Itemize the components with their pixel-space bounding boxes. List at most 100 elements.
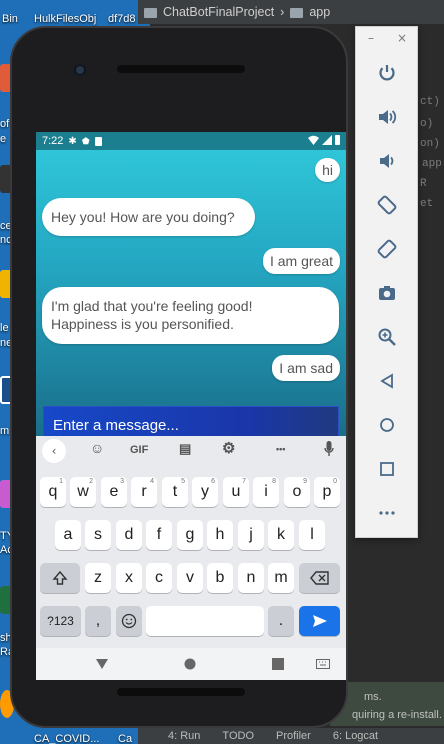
ide-code-text: app: [422, 158, 442, 170]
status-indicators: [308, 135, 340, 145]
key-g[interactable]: g: [177, 520, 203, 550]
sticker-icon[interactable]: ☺: [90, 440, 104, 456]
power-icon[interactable]: [375, 61, 399, 85]
top-speaker: [117, 65, 245, 73]
zoom-icon[interactable]: [375, 325, 399, 349]
comma-key[interactable]: ,: [85, 606, 111, 636]
rotate-left-icon[interactable]: [375, 193, 399, 217]
folder-icon: [144, 8, 157, 18]
key-o[interactable]: o9: [284, 477, 310, 507]
phone-screen: 7:22 ✱ ⬟ hi Hey you! How are you doing? …: [36, 132, 346, 680]
space-key[interactable]: [146, 606, 264, 636]
key-b[interactable]: b: [207, 563, 233, 593]
nav-home-icon[interactable]: [184, 658, 196, 670]
rotate-right-icon[interactable]: [375, 237, 399, 261]
todo-tab[interactable]: TODO: [222, 730, 254, 742]
emoji-icon: [121, 613, 137, 629]
logcat-tab[interactable]: 6: Logcat: [333, 730, 378, 742]
user-message: I am great: [262, 248, 340, 274]
settings-status-icon: ✱: [68, 135, 77, 147]
run-tab[interactable]: 4: Run: [168, 730, 200, 742]
key-v[interactable]: v: [177, 563, 203, 593]
desktop-label[interactable]: HulkFilesObj: [34, 13, 96, 25]
key-e[interactable]: e3: [101, 477, 127, 507]
soft-keyboard: ‹ ☺ GIF ▤ ⚙ ••• q1 w2 e3 r4 t5 y6 u7 i8 …: [36, 436, 346, 648]
key-hint: 0: [333, 478, 337, 485]
camera-icon[interactable]: [375, 281, 399, 305]
profiler-tab[interactable]: Profiler: [276, 730, 311, 742]
key-label: i: [264, 483, 268, 500]
gif-button[interactable]: GIF: [130, 444, 148, 456]
key-j[interactable]: j: [238, 520, 264, 550]
desktop-label[interactable]: le: [0, 322, 9, 334]
clipboard-icon[interactable]: ▤: [179, 441, 191, 457]
key-k[interactable]: k: [268, 520, 294, 550]
key-p[interactable]: p0: [314, 477, 340, 507]
key-hint: 7: [242, 478, 246, 485]
shift-key[interactable]: [40, 563, 80, 593]
overview-icon[interactable]: [375, 457, 399, 481]
key-a[interactable]: a: [55, 520, 81, 550]
home-icon[interactable]: [375, 413, 399, 437]
desktop-label[interactable]: CA_COVID...: [34, 733, 99, 744]
ide-code-text: ct): [420, 96, 440, 108]
minimize-button[interactable]: –: [368, 31, 374, 49]
microphone-icon[interactable]: [324, 441, 334, 460]
desktop-label[interactable]: df7d8: [108, 13, 136, 25]
backspace-key[interactable]: [299, 563, 340, 593]
volume-up-icon[interactable]: [375, 105, 399, 129]
key-hint: 4: [150, 478, 154, 485]
backspace-icon: [309, 571, 329, 585]
keyboard-switch-icon[interactable]: [316, 659, 330, 669]
module-name[interactable]: app: [309, 5, 330, 19]
key-m[interactable]: m: [268, 563, 294, 593]
key-u[interactable]: u7: [223, 477, 249, 507]
key-f[interactable]: f: [146, 520, 172, 550]
desktop-label[interactable]: Bin: [2, 13, 18, 25]
gear-icon[interactable]: ⚙: [222, 439, 235, 457]
period-key[interactable]: .: [268, 606, 294, 636]
shift-icon: [52, 570, 68, 585]
key-t[interactable]: t5: [162, 477, 188, 507]
close-button[interactable]: ×: [397, 31, 407, 49]
send-key[interactable]: [299, 606, 340, 636]
chat-area[interactable]: hi Hey you! How are you doing? I am grea…: [36, 150, 346, 444]
keyboard-collapse-button[interactable]: ‹: [42, 439, 66, 463]
nav-back-icon[interactable]: [96, 659, 108, 669]
key-c[interactable]: c: [146, 563, 172, 593]
key-w[interactable]: w2: [70, 477, 96, 507]
bot-message: I'm glad that you're feeling good! Happi…: [42, 287, 339, 344]
key-i[interactable]: i8: [253, 477, 279, 507]
project-name[interactable]: ChatBotFinalProject: [163, 5, 274, 19]
sd-card-status-icon: [94, 136, 102, 146]
key-h[interactable]: h: [207, 520, 233, 550]
emoji-key[interactable]: [116, 606, 142, 636]
desktop-label[interactable]: m: [0, 425, 9, 437]
key-s[interactable]: s: [85, 520, 111, 550]
key-z[interactable]: z: [85, 563, 111, 593]
desktop-label[interactable]: Ca: [118, 733, 132, 744]
more-icon[interactable]: [375, 501, 399, 525]
key-r[interactable]: r4: [131, 477, 157, 507]
symbols-key[interactable]: ?123: [40, 606, 81, 636]
shield-status-icon: ⬟: [81, 135, 90, 146]
desktop-label[interactable]: e: [0, 133, 6, 145]
volume-down-icon[interactable]: [375, 149, 399, 173]
key-d[interactable]: d: [116, 520, 142, 550]
key-q[interactable]: q1: [40, 477, 66, 507]
key-l[interactable]: l: [299, 520, 325, 550]
key-y[interactable]: y6: [192, 477, 218, 507]
key-n[interactable]: n: [238, 563, 264, 593]
key-label: o: [292, 483, 302, 500]
front-camera: [74, 64, 86, 76]
more-options-icon[interactable]: •••: [276, 444, 285, 454]
desktop-label[interactable]: of: [0, 118, 9, 130]
back-icon[interactable]: [375, 369, 399, 393]
bottom-speaker: [117, 688, 245, 696]
ide-notification-line: quiring a re-install.: [352, 709, 442, 721]
nav-overview-icon[interactable]: [272, 658, 284, 670]
ide-code-text: on): [420, 138, 440, 150]
phone-frame: 7:22 ✱ ⬟ hi Hey you! How are you doing? …: [10, 26, 348, 728]
bot-message: Hey you! How are you doing?: [42, 198, 255, 236]
key-x[interactable]: x: [116, 563, 142, 593]
